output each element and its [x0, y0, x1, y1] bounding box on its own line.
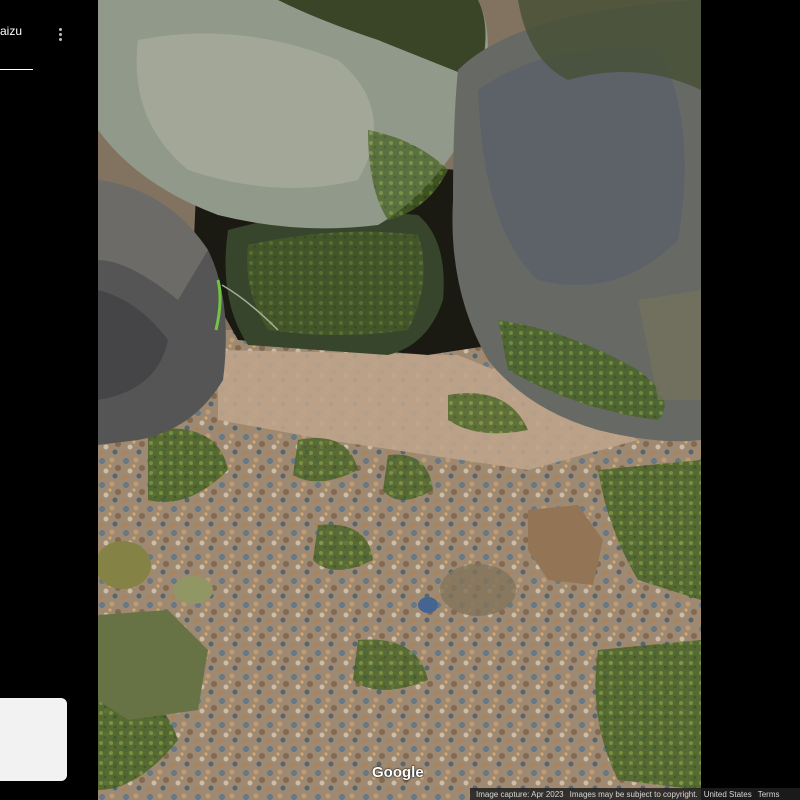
- place-name: aizu: [0, 24, 23, 38]
- title-card: aizu: [0, 0, 98, 800]
- minimap-card[interactable]: [0, 698, 67, 781]
- region-link[interactable]: United States: [698, 790, 752, 799]
- terms-link[interactable]: Terms: [752, 790, 780, 799]
- google-watermark: Google: [372, 764, 424, 781]
- photo-scene: [98, 0, 701, 800]
- image-capture-date: Image capture: Apr 2023: [476, 789, 564, 799]
- street-view-photo[interactable]: Google: [98, 0, 701, 800]
- more-options-button[interactable]: [52, 22, 68, 46]
- title-divider: [0, 69, 33, 70]
- copyright-notice: Images may be subject to copyright.: [569, 789, 698, 799]
- more-vert-icon: [58, 27, 62, 31]
- street-view-viewport[interactable]: aizu Google Image capture: Apr 2023 Imag…: [0, 0, 800, 800]
- attribution-bar: Image capture: Apr 2023 Images may be su…: [470, 788, 800, 800]
